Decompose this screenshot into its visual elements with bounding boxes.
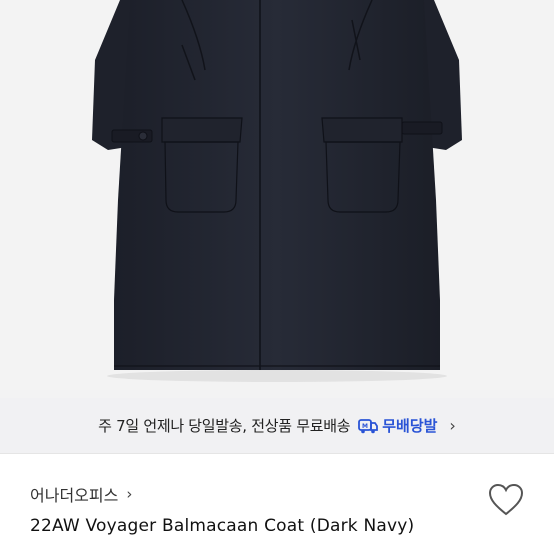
chevron-right-icon: ›: [126, 485, 133, 503]
brand-link[interactable]: 어나더오피스 ›: [30, 482, 132, 506]
product-image[interactable]: [0, 0, 554, 398]
product-page: 주 7일 언제나 당일발송, 전상품 무료배송 M 무배당발 › 어나더오피스 …: [0, 0, 554, 554]
chevron-right-icon: ›: [449, 416, 456, 435]
heart-outline-icon[interactable]: [488, 483, 524, 517]
brand-name: 어나더오피스: [30, 486, 119, 505]
divider: [0, 453, 554, 454]
delivery-truck-icon: M: [358, 418, 379, 434]
banner-text: 주 7일 언제나 당일발송, 전상품 무료배송: [98, 417, 351, 435]
delivery-badge-label: 무배당발: [382, 417, 438, 435]
shipping-banner[interactable]: 주 7일 언제나 당일발송, 전상품 무료배송 M 무배당발 ›: [0, 398, 554, 453]
coat-photo: [0, 0, 554, 398]
product-title: 22AW Voyager Balmacaan Coat (Dark Navy): [30, 516, 415, 536]
delivery-badge: M 무배당발: [358, 415, 437, 436]
svg-text:M: M: [362, 423, 368, 430]
